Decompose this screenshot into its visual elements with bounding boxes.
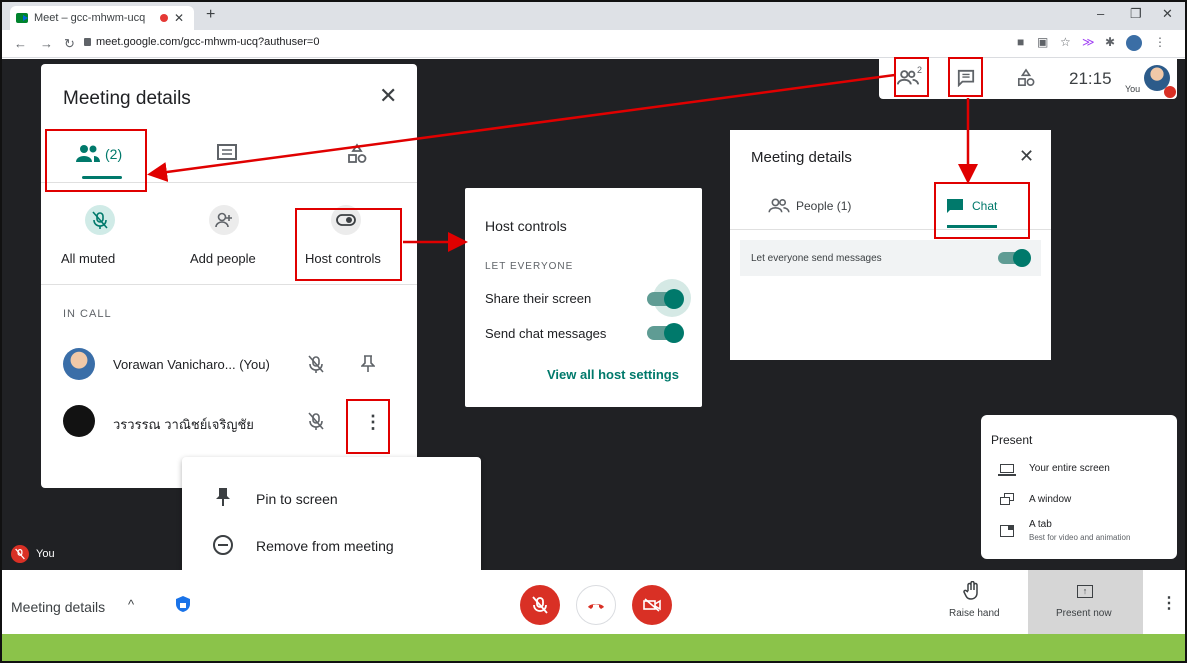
arrow-people [147, 73, 896, 182]
browser-window: Meet – gcc-mhwm-ucq ✕ + – ❐ ✕ ← → ↻ meet… [0, 0, 1187, 663]
annotation-arrows [147, 73, 978, 252]
